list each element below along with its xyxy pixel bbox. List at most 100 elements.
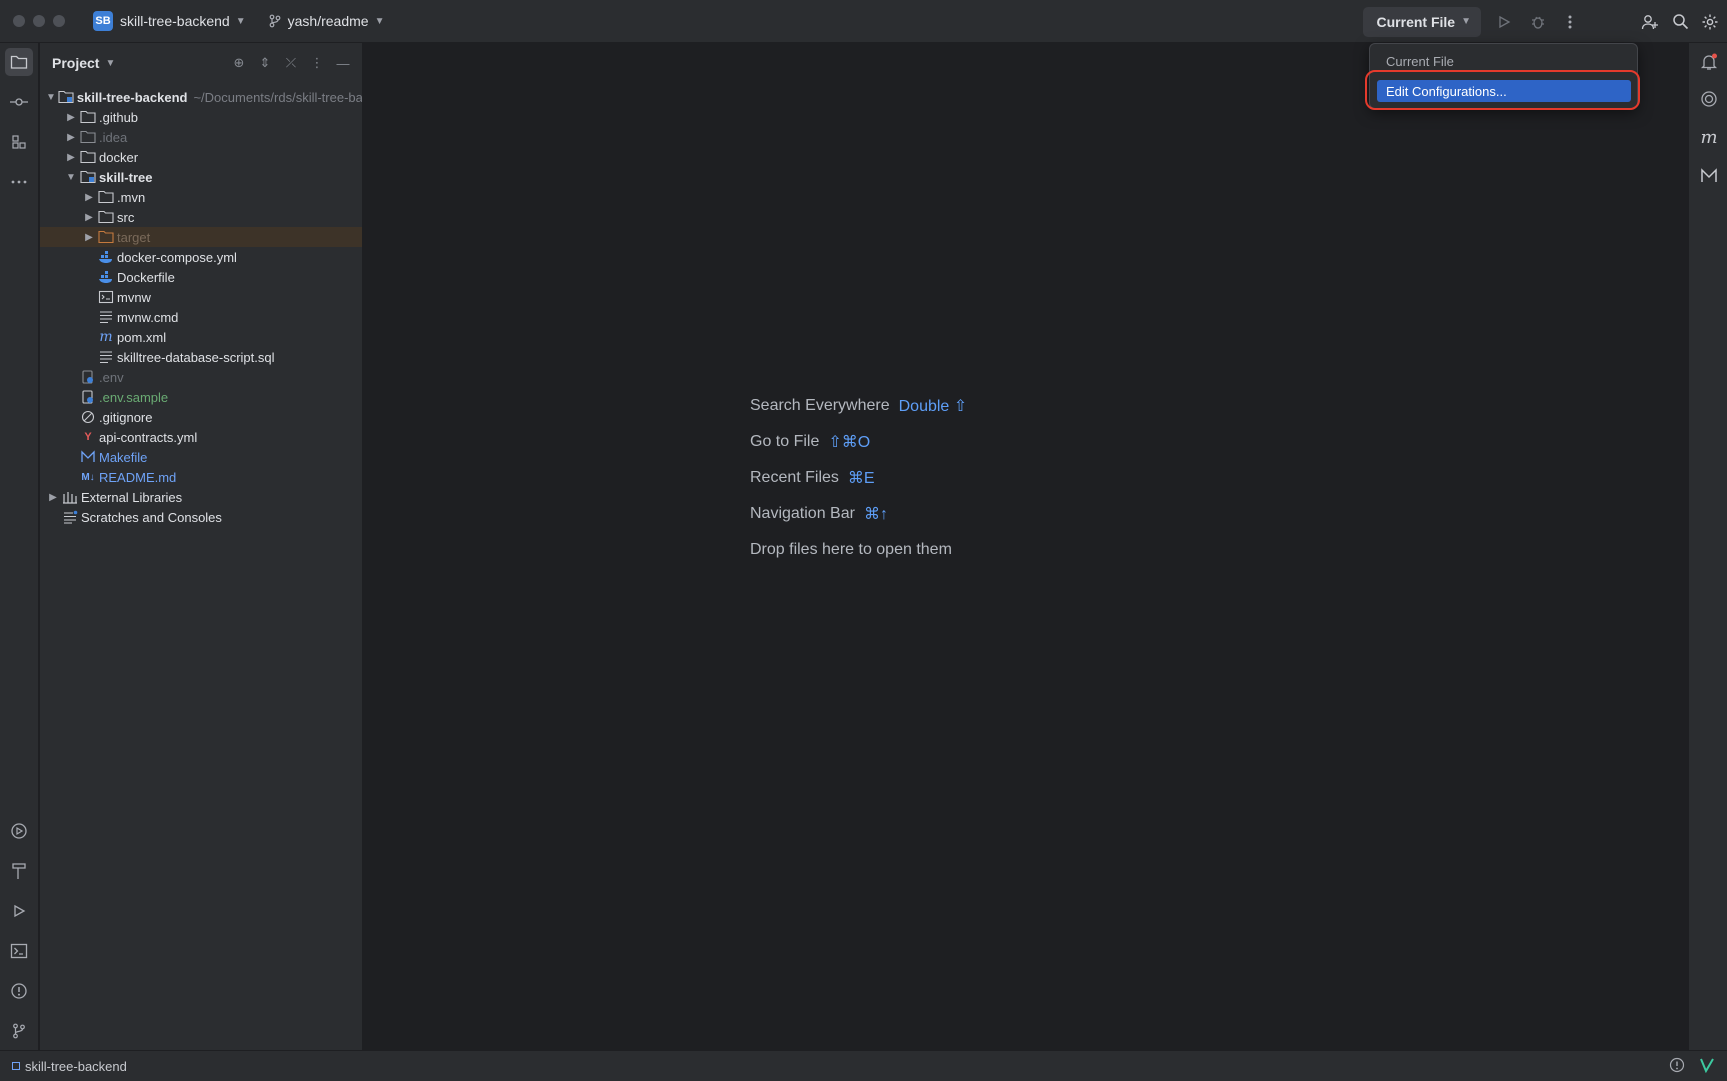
chevron-down-icon[interactable]: ▼	[46, 92, 56, 103]
run-configuration-label: Current File	[1376, 13, 1456, 30]
scratches-icon	[62, 509, 78, 525]
tree-item[interactable]: .env	[40, 367, 362, 387]
tree-item-label: README.md	[99, 469, 177, 485]
tree-item[interactable]: Y api-contracts.yml	[40, 427, 362, 447]
tree-item[interactable]: ▶ External Libraries	[40, 487, 362, 507]
expand-all-icon[interactable]: ⇕	[254, 49, 276, 77]
terminal-icon[interactable]	[5, 937, 33, 965]
run-toolbar: Current File ▼	[1362, 0, 1727, 43]
hide-panel-icon[interactable]: —	[332, 49, 354, 77]
tree-item-label: Dockerfile	[117, 269, 175, 285]
collapse-all-icon[interactable]: ⤫	[280, 49, 302, 77]
tree-item-label: docker-compose.yml	[117, 249, 237, 265]
run-icon[interactable]	[1489, 7, 1519, 37]
tree-item[interactable]: ▶ target	[40, 227, 362, 247]
tree-item[interactable]: docker-compose.yml	[40, 247, 362, 267]
chevron-right-icon[interactable]: ▶	[82, 192, 96, 203]
tree-item[interactable]: Makefile	[40, 447, 362, 467]
tree-item[interactable]: ▼ skill-tree-backend ~/Documents/rds/ski…	[40, 87, 362, 107]
tree-item-label: .github	[99, 109, 139, 125]
editor-empty-hints: Search Everywhere Double ⇧ Go to File ⇧⌘…	[750, 388, 967, 568]
chevron-right-icon[interactable]: ▶	[64, 132, 78, 143]
tree-item-label: Scratches and Consoles	[81, 509, 222, 525]
chevron-right-icon[interactable]: ▶	[64, 152, 78, 163]
services-icon[interactable]	[5, 817, 33, 845]
tree-item[interactable]: Scratches and Consoles	[40, 507, 362, 527]
chevron-down-icon[interactable]: ▼	[105, 58, 115, 69]
chevron-right-icon[interactable]: ▶	[82, 232, 96, 243]
run-tool-icon[interactable]	[5, 897, 33, 925]
chevron-right-icon[interactable]: ▶	[46, 492, 60, 503]
tree-item[interactable]: mvnw	[40, 287, 362, 307]
tree-item[interactable]: skilltree-database-script.sql	[40, 347, 362, 367]
git-icon[interactable]	[5, 1017, 33, 1045]
env-file-icon	[80, 389, 96, 405]
tree-item[interactable]: ▼ skill-tree	[40, 167, 362, 187]
markdown-preview-icon[interactable]	[1695, 162, 1723, 190]
panel-options-icon[interactable]: ⋮	[306, 49, 328, 77]
project-switcher[interactable]: SB skill-tree-backend ▼	[87, 7, 252, 35]
tree-item[interactable]: .gitignore	[40, 407, 362, 427]
ai-assistant-icon[interactable]	[1695, 85, 1723, 113]
project-panel: Project ▼ ⊕ ⇕ ⤫ ⋮ — ▼ skill-tree-backend…	[40, 43, 363, 1050]
text-file-icon	[98, 349, 114, 365]
chevron-right-icon[interactable]: ▶	[82, 212, 96, 223]
tree-item[interactable]: mvnw.cmd	[40, 307, 362, 327]
hint-shortcut: ⌘↑	[863, 506, 888, 523]
vcs-check-icon[interactable]	[1699, 1057, 1715, 1073]
tree-item[interactable]: .env.sample	[40, 387, 362, 407]
branch-switcher[interactable]: yash/readme ▼	[268, 13, 384, 29]
structure-icon[interactable]	[5, 128, 33, 156]
window-controls	[13, 15, 65, 27]
tree-item-label: src	[117, 209, 135, 225]
minimize-window-button[interactable]	[33, 15, 45, 27]
more-tools-icon[interactable]	[5, 168, 33, 196]
folder-icon	[98, 209, 114, 225]
tree-item-label: .env	[99, 369, 124, 385]
notifications-bell-icon[interactable]	[1695, 48, 1723, 76]
hint-go-to-file: Go to File ⇧⌘O	[750, 424, 967, 460]
tree-item[interactable]: m pom.xml	[40, 327, 362, 347]
status-project-name[interactable]: skill-tree-backend	[25, 1059, 127, 1074]
tree-item[interactable]: ▶ .mvn	[40, 187, 362, 207]
maximize-window-button[interactable]	[53, 15, 65, 27]
tree-item-label: skilltree-database-script.sql	[117, 349, 275, 365]
tree-item-label: External Libraries	[81, 489, 183, 505]
problems-icon[interactable]	[5, 977, 33, 1005]
markdown-icon: M↓	[81, 471, 95, 483]
event-log-icon[interactable]	[1669, 1057, 1685, 1073]
tree-item-label: target	[117, 229, 151, 245]
tree-item-label: skill-tree	[99, 169, 153, 185]
maven-tool-icon[interactable]: m	[1695, 123, 1723, 151]
add-user-icon[interactable]	[1635, 7, 1665, 37]
tree-item[interactable]: M↓ README.md	[40, 467, 362, 487]
hint-navigation-bar: Navigation Bar ⌘↑	[750, 496, 967, 532]
chevron-right-icon[interactable]: ▶	[64, 112, 78, 123]
tree-item-label: docker	[99, 149, 139, 165]
editor-area[interactable]: Search Everywhere Double ⇧ Go to File ⇧⌘…	[364, 43, 1687, 1050]
project-panel-title[interactable]: Project	[52, 55, 99, 71]
tree-item[interactable]: ▶ .github	[40, 107, 362, 127]
docker-icon	[98, 249, 114, 265]
hint-label: Drop files here to open them	[750, 541, 952, 558]
popup-item-current-file[interactable]: Current File	[1377, 50, 1631, 72]
more-actions-icon[interactable]	[1555, 7, 1585, 37]
settings-gear-icon[interactable]	[1695, 7, 1725, 37]
debug-icon[interactable]	[1523, 7, 1553, 37]
chevron-down-icon[interactable]: ▼	[64, 172, 78, 183]
tree-item[interactable]: ▶ docker	[40, 147, 362, 167]
build-hammer-icon[interactable]	[5, 857, 33, 885]
run-configuration-dropdown[interactable]: Current File ▼	[1362, 6, 1481, 37]
env-file-icon	[80, 369, 96, 385]
module-square-icon	[12, 1062, 20, 1070]
locate-file-icon[interactable]: ⊕	[228, 49, 250, 77]
text-file-icon	[98, 309, 114, 325]
chevron-down-icon: ▼	[1461, 16, 1471, 27]
commit-icon[interactable]	[5, 88, 33, 116]
tree-item[interactable]: ▶ .idea	[40, 127, 362, 147]
tree-item[interactable]: Dockerfile	[40, 267, 362, 287]
project-folder-icon[interactable]	[5, 48, 33, 76]
tree-item[interactable]: ▶ src	[40, 207, 362, 227]
close-window-button[interactable]	[13, 15, 25, 27]
search-icon[interactable]	[1665, 7, 1695, 37]
